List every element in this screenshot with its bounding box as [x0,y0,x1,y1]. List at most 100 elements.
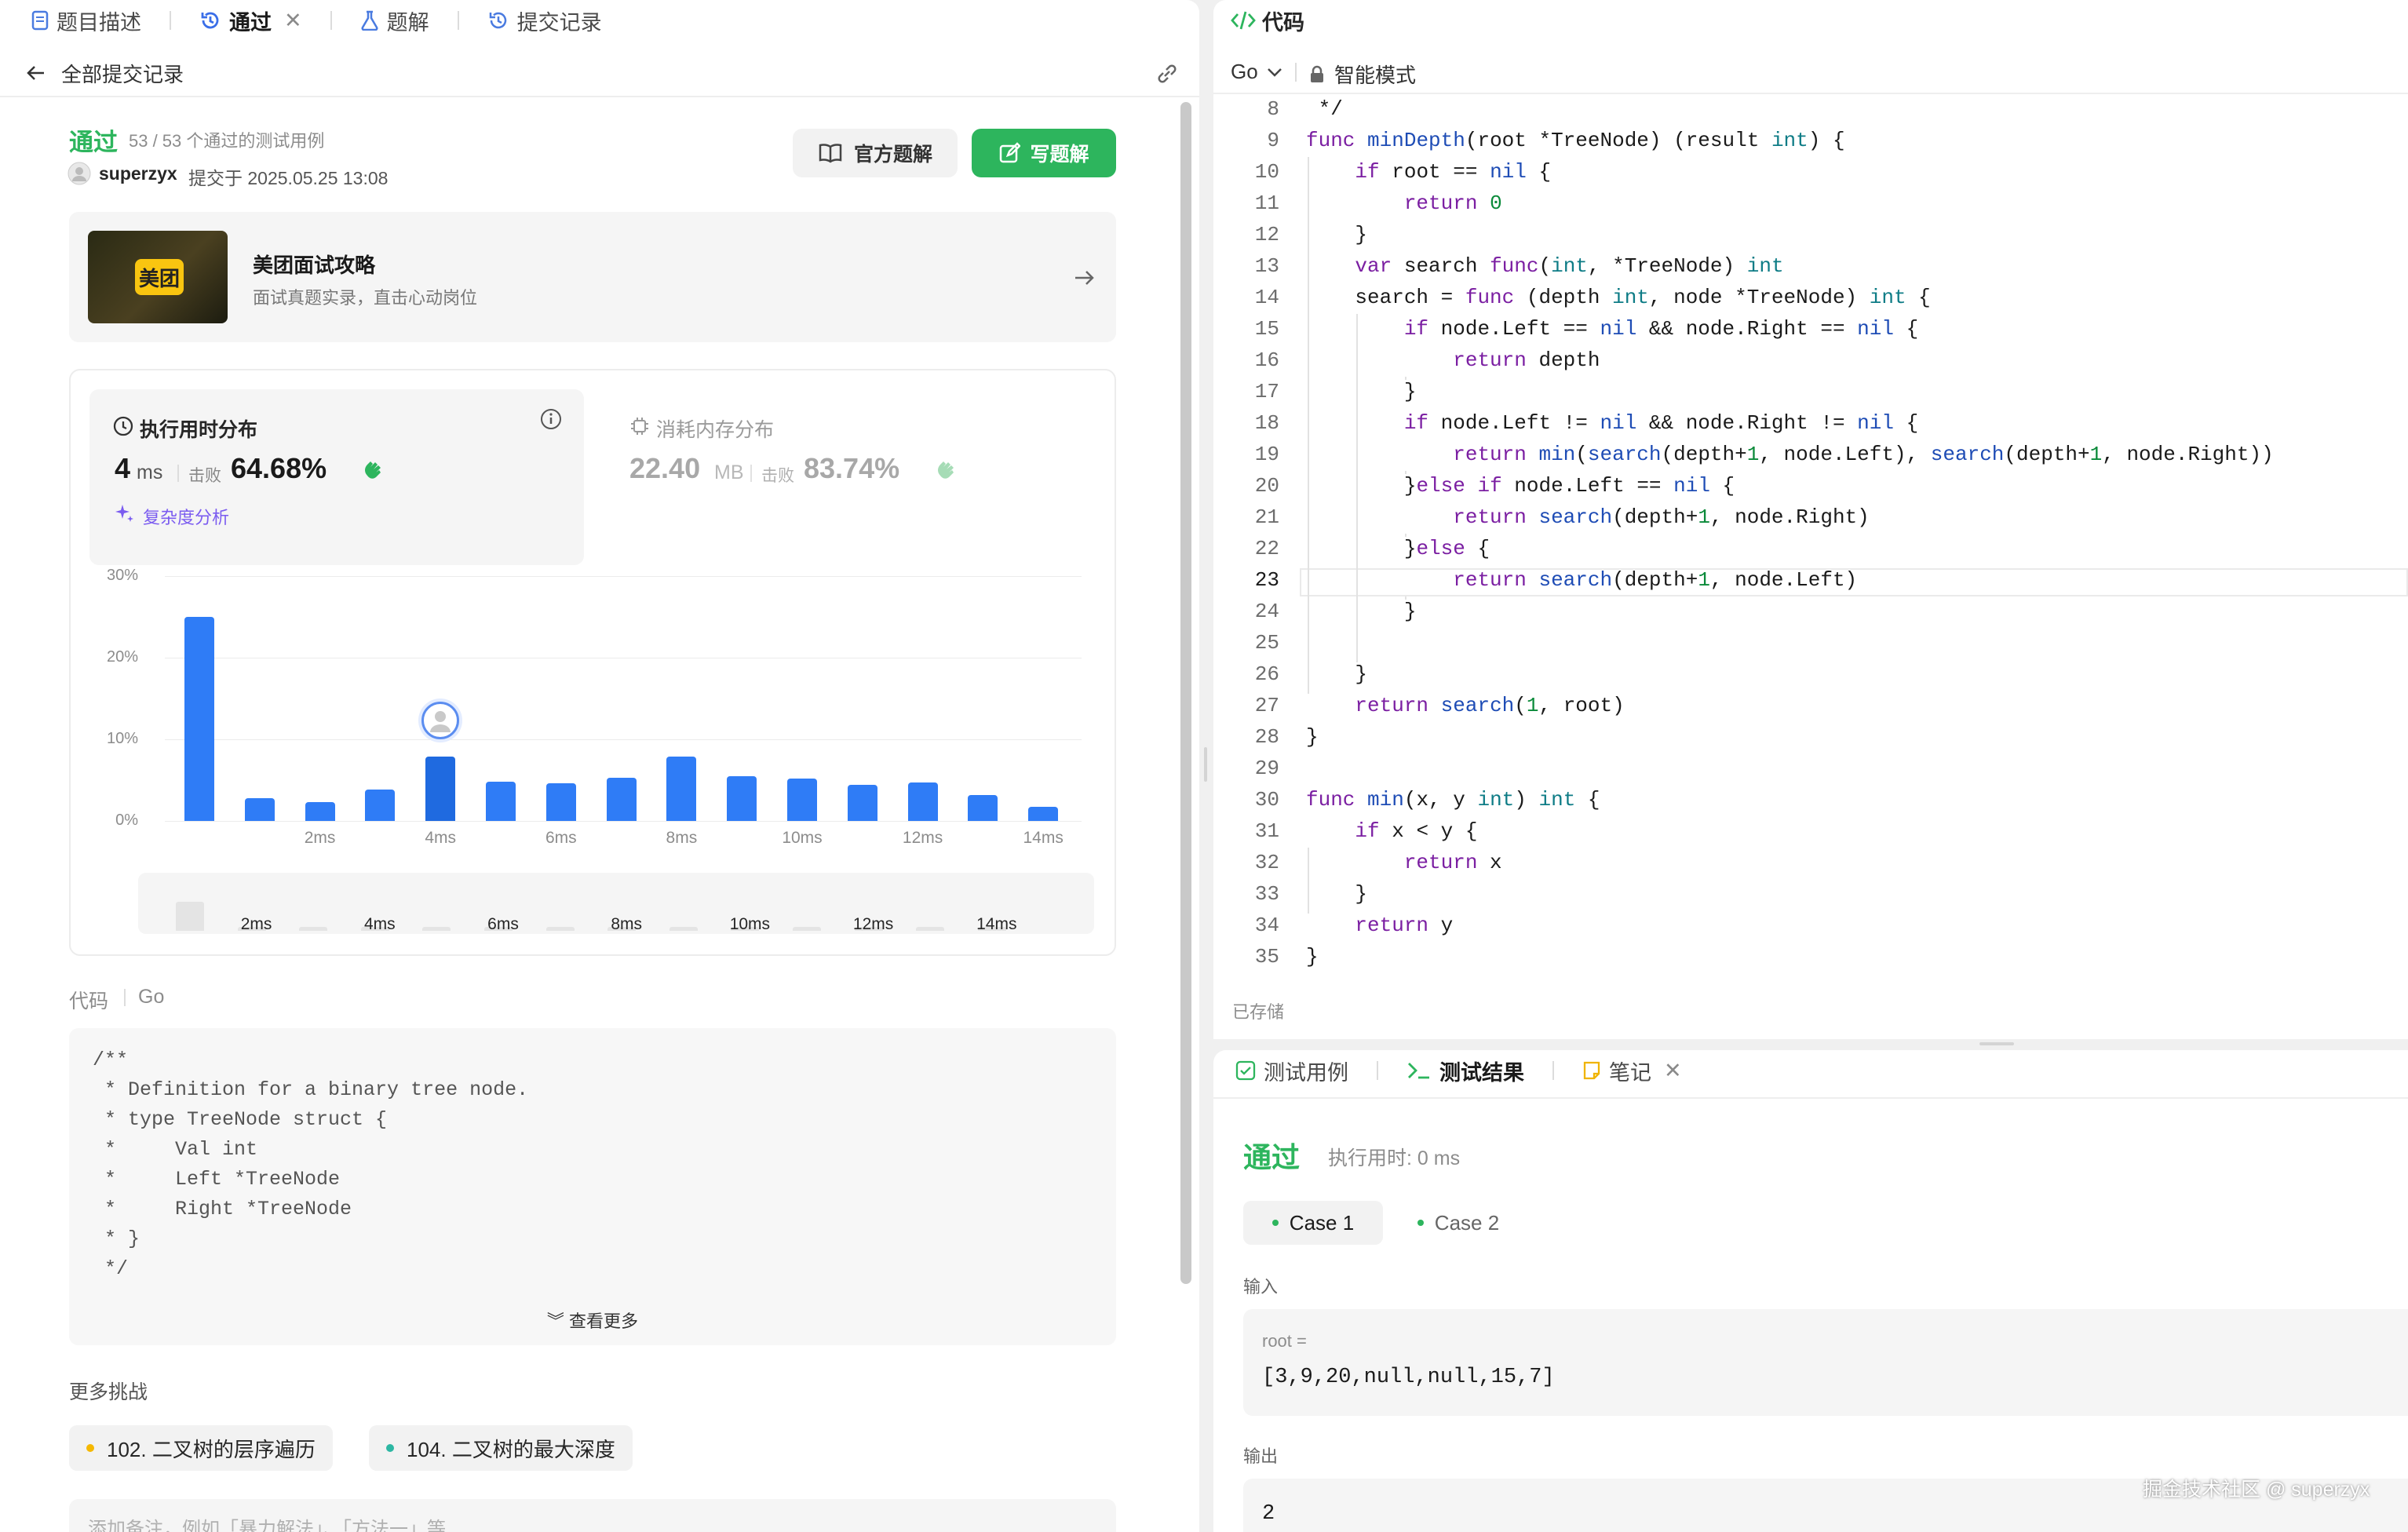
line-number: 19 [1254,443,1279,466]
input-box: root = [3,9,20,null,null,15,7] [1243,1309,2408,1416]
book-icon [819,144,842,163]
tab-label: 提交记录 [516,10,602,35]
lock-icon [1311,65,1323,82]
mode-label: 智能模式 [1334,64,1417,87]
input-var-name: root = [1262,1331,1307,1351]
show-more-button[interactable]: ︾ 查看更多 [69,1308,1116,1333]
editor-title: 代码 [1262,10,1304,35]
tab-label: 测试结果 [1439,1060,1524,1085]
line-number: 16 [1254,348,1279,372]
line-number: 34 [1254,914,1279,937]
tab-divider [1552,1061,1554,1080]
tab-accepted[interactable]: 通过 ✕ [199,5,302,36]
tab-solutions[interactable]: 题解 [360,5,429,36]
code-line: */ [1306,97,1343,121]
history-icon [201,12,219,29]
code-line: }else if node.Left == nil { [1306,474,1735,498]
result-tab-bar: 测试用例 测试结果 笔记 ✕ [1204,1050,1710,1091]
code-editor[interactable]: 8 */ 9 func minDepth(root *TreeNode) (resu… [1213,94,2408,981]
challenge-chip[interactable]: 102. 二叉树的层序遍历 [69,1425,333,1471]
indent-guide [1308,157,1309,694]
clap-icon [938,461,954,479]
memory-panel[interactable]: 消耗内存分布 22.40 MB 击败 83.74% [617,389,1088,565]
mode-toggle[interactable]: 智能模式 [1309,60,1416,89]
button-label: 写题解 [1030,144,1089,166]
line-number: 12 [1254,223,1279,246]
tab-submissions[interactable]: 提交记录 [487,5,602,36]
link-icon[interactable] [1154,60,1180,87]
code-icon [1231,11,1256,30]
line-number: 29 [1254,757,1279,780]
challenge-chip[interactable]: 104. 二叉树的最大深度 [369,1425,633,1471]
test-status: 通过 [1243,1141,1301,1173]
line-number: 33 [1254,882,1279,906]
close-icon[interactable]: ✕ [1664,1059,1682,1083]
runtime-panel[interactable]: 执行用时分布 4 ms 击败 64.68% 复杂度分析 [89,389,584,565]
note-input[interactable]: 添加备注，例如「暴力解法」、「方法一」等 [69,1499,1116,1532]
test-count: 53 / 53 个通过的测试用例 [129,131,325,151]
tab-test-result[interactable]: 测试结果 [1406,1056,1524,1086]
code-line: return search(1, root) [1355,694,1625,717]
case-status-dot [1271,1220,1279,1226]
performance-card: 执行用时分布 4 ms 击败 64.68% 复杂度分析 消耗内存分布 22.40… [69,369,1116,956]
username[interactable]: superzyx [99,163,177,184]
button-label: 官方题解 [853,144,932,166]
code-line: func min(x, y int) int { [1306,788,1600,812]
complexity-analysis-link[interactable]: 复杂度分析 [143,504,229,529]
memory-title: 消耗内存分布 [656,419,775,441]
runtime-beats: 64.68% [231,452,327,484]
code-preview: /** * Definition for a binary tree node.… [69,1028,1116,1345]
watermark: 掘金技术社区 @ superzyx [2143,1479,2370,1501]
line-number: 20 [1254,474,1279,498]
code-line: return y [1355,914,1454,937]
indent-guide [1308,848,1309,914]
tab-description[interactable]: 题目描述 [31,5,141,36]
ad-banner[interactable]: 美团 美团面试攻略 面试真题实录，直击心动岗位 [69,212,1116,342]
indent-guide [1405,471,1406,474]
info-icon[interactable] [540,408,562,430]
code-language: Go [138,986,165,1008]
indent-guide [1405,534,1406,537]
test-runtime: 执行用时: 0 ms [1328,1147,1461,1169]
code-line: return search(depth+1, node.Left) [1453,568,1858,592]
challenge-label: 104. 二叉树的最大深度 [407,1437,615,1461]
line-number: 14 [1254,286,1279,309]
input-value: [3,9,20,null,null,15,7] [1262,1366,1555,1389]
code-line: /** [93,1049,129,1071]
line-number: 10 [1254,160,1279,184]
line-number: 22 [1254,537,1279,560]
code-line: } [1306,380,1417,403]
line-number: 21 [1254,505,1279,529]
code-line: return 0 [1403,192,1502,215]
code-line: * Val int [93,1138,258,1161]
code-editor-panel: 代码 Go 智能模式 8 */ 9 func minDepth(root *Tree… [1213,0,2408,1039]
divider [124,989,126,1006]
scrollbar[interactable] [1180,102,1191,1284]
code-line: return search(depth+1, node.Right) [1453,505,1870,529]
close-icon[interactable]: ✕ [284,9,302,33]
back-link[interactable]: 全部提交记录 [61,59,184,88]
ad-subtitle: 面试真题实录，直击心动岗位 [253,288,478,308]
checkbox-icon [1235,1060,1256,1081]
line-number: 17 [1254,380,1279,403]
divider [1295,63,1297,82]
submit-time: 提交于 2025.05.25 13:08 [188,168,389,188]
line-number: 28 [1254,725,1279,749]
code-line: * Definition for a binary tree node. [93,1078,529,1101]
write-solution-button[interactable]: 写题解 [972,129,1116,177]
official-solution-button[interactable]: 官方题解 [793,129,958,177]
language-select[interactable]: Go [1231,60,1283,84]
arrow-left-icon[interactable] [25,62,47,84]
code-line: return x [1403,851,1502,874]
tab-divider [330,11,332,30]
code-line: return min(search(depth+1, node.Left), s… [1453,443,2274,466]
tab-testcases[interactable]: 测试用例 [1235,1056,1348,1086]
vertical-splitter[interactable] [1204,747,1207,782]
case-tab-1[interactable]: Case 1 [1243,1201,1383,1245]
arrow-right-icon[interactable] [1072,265,1097,290]
panel-splitter[interactable] [1979,1042,2014,1045]
divider [177,465,179,482]
tab-notes[interactable]: 笔记 ✕ [1582,1056,1682,1086]
case-tab-2[interactable]: Case 2 [1396,1201,1521,1245]
line-number: 9 [1267,129,1279,152]
